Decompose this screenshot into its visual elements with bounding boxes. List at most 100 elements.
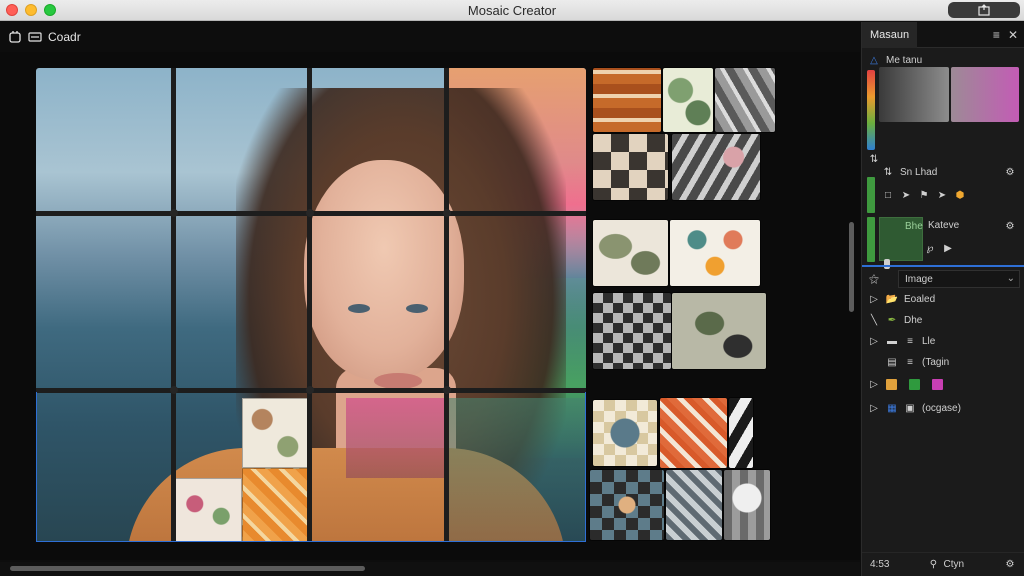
- brush-icon: ╲: [870, 314, 878, 326]
- disclosure-triangle-icon[interactable]: ▷: [868, 335, 880, 347]
- list-item-label: Eoaled: [904, 293, 936, 305]
- color-chip-orange[interactable]: [886, 378, 897, 390]
- panel-footer: 4:53 ⚲ Ctyn ⚙: [862, 552, 1024, 576]
- gradient-swatch-gray[interactable]: [879, 67, 949, 122]
- section-2-header: ⇅ Sn Lhad: [882, 163, 937, 181]
- flag-icon[interactable]: ⚑: [918, 189, 930, 201]
- title-bar: Mosaic Creator: [0, 0, 1024, 21]
- layer-color-bar: [867, 177, 875, 213]
- menu-icon[interactable]: ≡: [993, 28, 1000, 42]
- opacity-slider-handle[interactable]: [884, 259, 890, 269]
- disclosure-triangle-icon[interactable]: ▷: [868, 402, 880, 414]
- selection-line: [862, 265, 1024, 267]
- horizontal-scrollbar[interactable]: [0, 562, 860, 576]
- mosaic-photo[interactable]: [36, 68, 586, 542]
- layer-type-select[interactable]: Image ⌄: [898, 270, 1020, 288]
- list-item[interactable]: ▷ ▦ ▣ (ocgase): [868, 399, 961, 417]
- grid-node[interactable]: [443, 386, 451, 394]
- grid-node[interactable]: [306, 209, 314, 217]
- hex-icon[interactable]: ⬢: [954, 189, 966, 201]
- pattern-swatch[interactable]: [593, 68, 661, 132]
- tab-mosaic[interactable]: Masaun: [862, 21, 918, 48]
- footer-search-label[interactable]: Ctyn: [943, 559, 964, 570]
- mosaic-tool-icon[interactable]: [8, 30, 22, 44]
- pen-icon: ✒: [887, 314, 897, 326]
- expand-icon[interactable]: ⇅: [868, 153, 880, 165]
- grid-node[interactable]: [170, 209, 178, 217]
- list-item[interactable]: ▷ ▬ ≡ Lle: [868, 332, 935, 350]
- arrange-icon[interactable]: ⇅: [882, 166, 894, 178]
- play-icon[interactable]: ▶: [942, 242, 954, 254]
- list-item[interactable]: ╲ ✒ Dhe: [868, 311, 922, 329]
- list-item-label: Lle: [922, 335, 936, 347]
- search-icon[interactable]: ⚲: [927, 559, 939, 571]
- list-item-label: (Tagin: [922, 356, 950, 368]
- list-icon: ≡: [907, 335, 913, 347]
- pattern-swatch[interactable]: [715, 68, 775, 132]
- image-icon: ▣: [905, 402, 915, 414]
- gear-icon[interactable]: ⚙: [1004, 559, 1016, 571]
- layer-label: Kateve: [928, 220, 960, 231]
- link-icon[interactable]: ℘: [924, 242, 936, 254]
- grid-node[interactable]: [170, 386, 178, 394]
- window-title: Mosaic Creator: [467, 3, 557, 18]
- list-item[interactable]: ▷ 📂 Eoaled: [868, 290, 935, 308]
- palette-label: Me tanu: [886, 54, 923, 66]
- layer-type-value: Image: [905, 273, 933, 285]
- mosaic-tile-green[interactable]: [446, 398, 586, 542]
- pattern-swatch[interactable]: [663, 68, 713, 132]
- pattern-swatch[interactable]: [660, 398, 727, 468]
- pattern-swatch[interactable]: [670, 220, 760, 286]
- toolbar-label[interactable]: Coadr: [48, 30, 81, 44]
- pin-icon[interactable]: ➤: [936, 189, 948, 201]
- close-icon[interactable]: ✕: [1008, 28, 1018, 42]
- horizontal-scroll-thumb[interactable]: [10, 566, 365, 571]
- list-item-label: Dhe: [904, 314, 923, 326]
- disclosure-triangle-icon[interactable]: ▷: [868, 293, 880, 305]
- settings-icon[interactable]: ⚙: [1004, 166, 1016, 178]
- pattern-swatch[interactable]: [593, 220, 668, 286]
- portrait-right-eye: [406, 304, 428, 313]
- cursor-icon[interactable]: ➤: [900, 189, 912, 201]
- portrait-face: [304, 160, 464, 380]
- tool-row: □ ➤ ⚑ ➤ ⬢: [882, 186, 966, 204]
- rectangle-icon: ▬: [887, 335, 897, 347]
- pattern-swatch[interactable]: [593, 134, 668, 200]
- pattern-swatch[interactable]: [729, 398, 753, 468]
- transform-icon[interactable]: ⚝: [868, 273, 880, 285]
- layer-name: Bhe: [905, 221, 923, 232]
- share-button[interactable]: [948, 2, 1020, 18]
- pattern-swatch[interactable]: [724, 470, 770, 540]
- grid-line: [444, 68, 449, 542]
- color-chip-green[interactable]: [909, 378, 920, 390]
- palette-icon: △: [870, 54, 878, 66]
- mosaic-tile-pink[interactable]: [346, 398, 446, 478]
- pattern-swatch[interactable]: [593, 293, 671, 369]
- grid-line: [307, 68, 312, 542]
- zoom-readout: 4:53: [870, 559, 890, 570]
- section-2-label: Sn Lhad: [900, 166, 938, 178]
- gradient-swatch-magenta[interactable]: [951, 67, 1019, 122]
- hue-strip[interactable]: [867, 70, 875, 150]
- list-item[interactable]: ▤ ≡ (Tagin: [886, 353, 949, 371]
- vertical-scroll-thumb[interactable]: [849, 222, 854, 312]
- mosaic-tile-flower[interactable]: [174, 478, 242, 542]
- settings-icon[interactable]: ⚙: [1004, 220, 1016, 232]
- pattern-swatch[interactable]: [666, 470, 722, 540]
- mosaic-tile-leaf[interactable]: [242, 468, 308, 542]
- color-chip-magenta[interactable]: [932, 378, 943, 390]
- pattern-swatch[interactable]: [672, 293, 766, 369]
- list-item-label: (ocgase): [922, 402, 961, 414]
- pattern-swatch[interactable]: [672, 134, 760, 200]
- list-item[interactable]: ▷: [868, 375, 949, 393]
- pattern-swatch[interactable]: [593, 400, 657, 466]
- chevron-down-icon: ⌄: [1006, 273, 1015, 284]
- disclosure-triangle-icon[interactable]: ▷: [868, 378, 880, 390]
- frame-icon[interactable]: □: [882, 189, 894, 201]
- document-icon: ▤: [887, 356, 897, 368]
- mosaic-tile-floral[interactable]: [242, 398, 308, 468]
- grid-node[interactable]: [306, 386, 314, 394]
- grid-node[interactable]: [443, 209, 451, 217]
- layers-icon[interactable]: [28, 31, 42, 43]
- pattern-swatch[interactable]: [590, 470, 664, 540]
